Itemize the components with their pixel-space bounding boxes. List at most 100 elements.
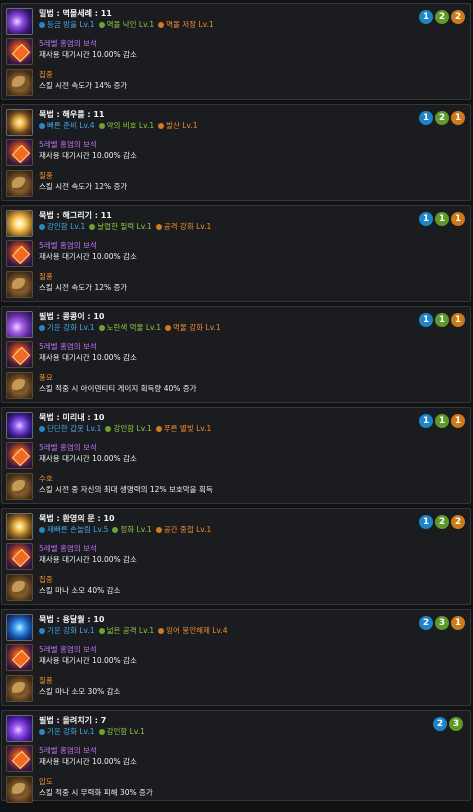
skill-icon [6,412,33,439]
tripod-dot-icon [39,728,45,735]
skill-card[interactable]: 묵법 : 해그리기 : 11 강인함 Lv.1 날렵한 필력 Lv.1 공격 강화 L… [1,205,471,302]
tripod-label: 기운 강화 Lv.1 [47,727,95,736]
tripod-level-badge: 2 [435,10,449,24]
tripod-blue: 단단한 갑옷 Lv.1 [39,423,101,434]
gem-icon [6,341,33,368]
tripod-list: 빠른 준비 Lv.4 약의 비호 Lv.1 발산 Lv.1 [39,120,198,131]
tripod-dot-icon [39,122,45,129]
tripod-green: 날렵한 필력 Lv.1 [89,221,152,232]
tripod-dot-icon [98,324,105,331]
skill-card[interactable]: 밀법 : 멱몰세례 : 11 등금 방울 Lv.1 멱몰 낙인 Lv.1 멱몰 저장 … [1,3,471,100]
skill-title: 묵법 : 해그리기 : 11 [39,211,112,220]
tripod-list: 단단한 갑옷 Lv.1 강인함 Lv.1 푸른 별빛 Lv.1 [39,423,211,434]
tripod-level-badge: 2 [451,10,465,24]
tripod-list: 기운 강화 Lv.1 넓은 공격 Lv.1 잉어 봉인해제 Lv.4 [39,625,227,636]
tripod-level-badge: 1 [419,313,433,327]
skill-card[interactable]: 필법 : 콩콩이 : 10 기운 강화 Lv.1 노란색 먹물 Lv.1 먹물 강화 … [1,306,471,403]
tripod-green: 강인함 Lv.1 [105,423,152,434]
gem-effect: 재사용 대기시간 10.00% 감소 [39,454,137,463]
tripod-level-badge: 1 [419,515,433,529]
gem-icon [6,38,33,65]
skill-card[interactable]: 필법 : 올려치기 : 7 기운 강화 Lv.1 강인함 Lv.1 5레벨 홍염의 보… [1,710,471,803]
tripod-dot-icon [89,223,96,230]
skill-icon [6,311,33,338]
tripod-level-badge: 2 [435,515,449,529]
gem-icon [6,139,33,166]
rune-icon [6,675,33,702]
tripod-label: 재빠른 손놀림 Lv.5 [47,525,109,534]
tripod-dot-icon [158,627,165,634]
tripod-orange: 공격 강화 Lv.1 [155,221,212,232]
skill-card[interactable]: 묵법 : 미리내 : 10 단단한 갑옷 Lv.1 강인함 Lv.1 푸른 별빛 Lv… [1,407,471,504]
rune-effect: 스킬 마나 소모 30% 감소 [39,687,121,696]
skill-title: 묵법 : 용달월 : 10 [39,615,105,624]
tripod-level-badge: 1 [435,212,449,226]
rune-icon [6,170,33,197]
skill-title: 묵법 : 미리내 : 10 [39,413,105,422]
skill-icon [6,715,33,742]
tripod-label: 강인함 Lv.1 [47,222,86,231]
tripod-dot-icon [98,21,105,28]
rune-name: 압도 [39,777,53,786]
tripod-list: 재빠른 손놀림 Lv.5 정화 Lv.1 공간 중첩 Lv.1 [39,524,211,535]
tripod-level-badge: 1 [435,414,449,428]
tripod-orange: 잉어 봉인해제 Lv.4 [158,625,227,636]
tripod-dot-icon [39,627,45,634]
tripod-dot-icon [98,728,105,735]
tripod-dot-icon [158,21,165,28]
tripod-blue: 기운 강화 Lv.1 [39,726,95,737]
tripod-label: 정화 Lv.1 [120,525,152,534]
rune-name: 풍요 [39,373,53,382]
rune-icon [6,776,33,803]
rune-effect: 스킬 시전 속도가 12% 증가 [39,182,128,191]
tripod-blue: 빠른 준비 Lv.4 [39,120,95,131]
tripod-levels: 231 [419,616,465,630]
tripod-level-badge: 1 [419,414,433,428]
tripod-label: 노란색 먹물 Lv.1 [106,323,162,332]
gem-name: 5레벨 홍염의 보석 [39,443,97,452]
tripod-label: 공간 중첩 Lv.1 [163,525,212,534]
rune-icon [6,372,33,399]
rune-name: 질풍 [39,676,53,685]
skill-icon [6,513,33,540]
skill-icon [6,109,33,136]
rune-name: 수호 [39,474,53,483]
rune-effect: 스킬 시전 속도가 12% 증가 [39,283,128,292]
tripod-dot-icon [112,526,119,533]
gem-name: 5레벨 홍염의 보석 [39,342,97,351]
tripod-label: 공격 강화 Lv.1 [163,222,212,231]
skill-icon [6,210,33,237]
tripod-green: 노란색 먹물 Lv.1 [98,322,162,333]
tripod-dot-icon [155,223,162,230]
tripod-green: 강인함 Lv.1 [98,726,145,737]
tripod-dot-icon [39,425,45,432]
skill-card[interactable]: 목법 : 해우를 : 11 빠른 준비 Lv.4 약의 비호 Lv.1 발산 Lv.1… [1,104,471,201]
tripod-dot-icon [39,21,45,28]
tripod-level-badge: 2 [433,717,447,731]
tripod-dot-icon [105,425,112,432]
tripod-dot-icon [98,122,105,129]
skill-card[interactable]: 묵법 : 용달월 : 10 기운 강화 Lv.1 넓은 공격 Lv.1 잉어 봉인해제… [1,609,471,706]
tripod-dot-icon [39,223,45,230]
tripod-label: 강인함 Lv.1 [106,727,145,736]
tripod-levels: 111 [419,414,465,428]
rune-effect: 스킬 시전 중 자신의 최대 생명력의 12% 보호막을 획득 [39,485,213,494]
skill-card[interactable]: 묵법 : 환영의 문 : 10 재빠른 손놀림 Lv.5 정화 Lv.1 공간 중첩 … [1,508,471,605]
tripod-level-badge: 1 [419,10,433,24]
tripod-label: 날렵한 필력 Lv.1 [97,222,152,231]
rune-icon [6,574,33,601]
tripod-level-badge: 2 [419,616,433,630]
tripod-list: 등금 방울 Lv.1 멱몰 낙인 Lv.1 멱몰 저장 Lv.1 [39,19,214,30]
gem-icon [6,442,33,469]
tripod-blue: 기운 강화 Lv.1 [39,322,95,333]
tripod-levels: 111 [419,313,465,327]
rune-effect: 스킬 적중 시 무력화 피해 30% 증가 [39,788,153,797]
rune-icon [6,69,33,96]
tripod-label: 기운 강화 Lv.1 [47,323,95,332]
skill-title: 밀법 : 멱몰세례 : 11 [39,9,112,18]
gem-name: 5레벨 홍염의 보석 [39,39,97,48]
gem-effect: 재사용 대기시간 10.00% 감소 [39,555,137,564]
tripod-orange: 공간 중첩 Lv.1 [155,524,212,535]
skill-list-panel: 밀법 : 멱몰세례 : 11 등금 방울 Lv.1 멱몰 낙인 Lv.1 멱몰 저장 … [0,0,473,812]
tripod-list: 기운 강화 Lv.1 노란색 먹물 Lv.1 먹물 강화 Lv.1 [39,322,221,333]
